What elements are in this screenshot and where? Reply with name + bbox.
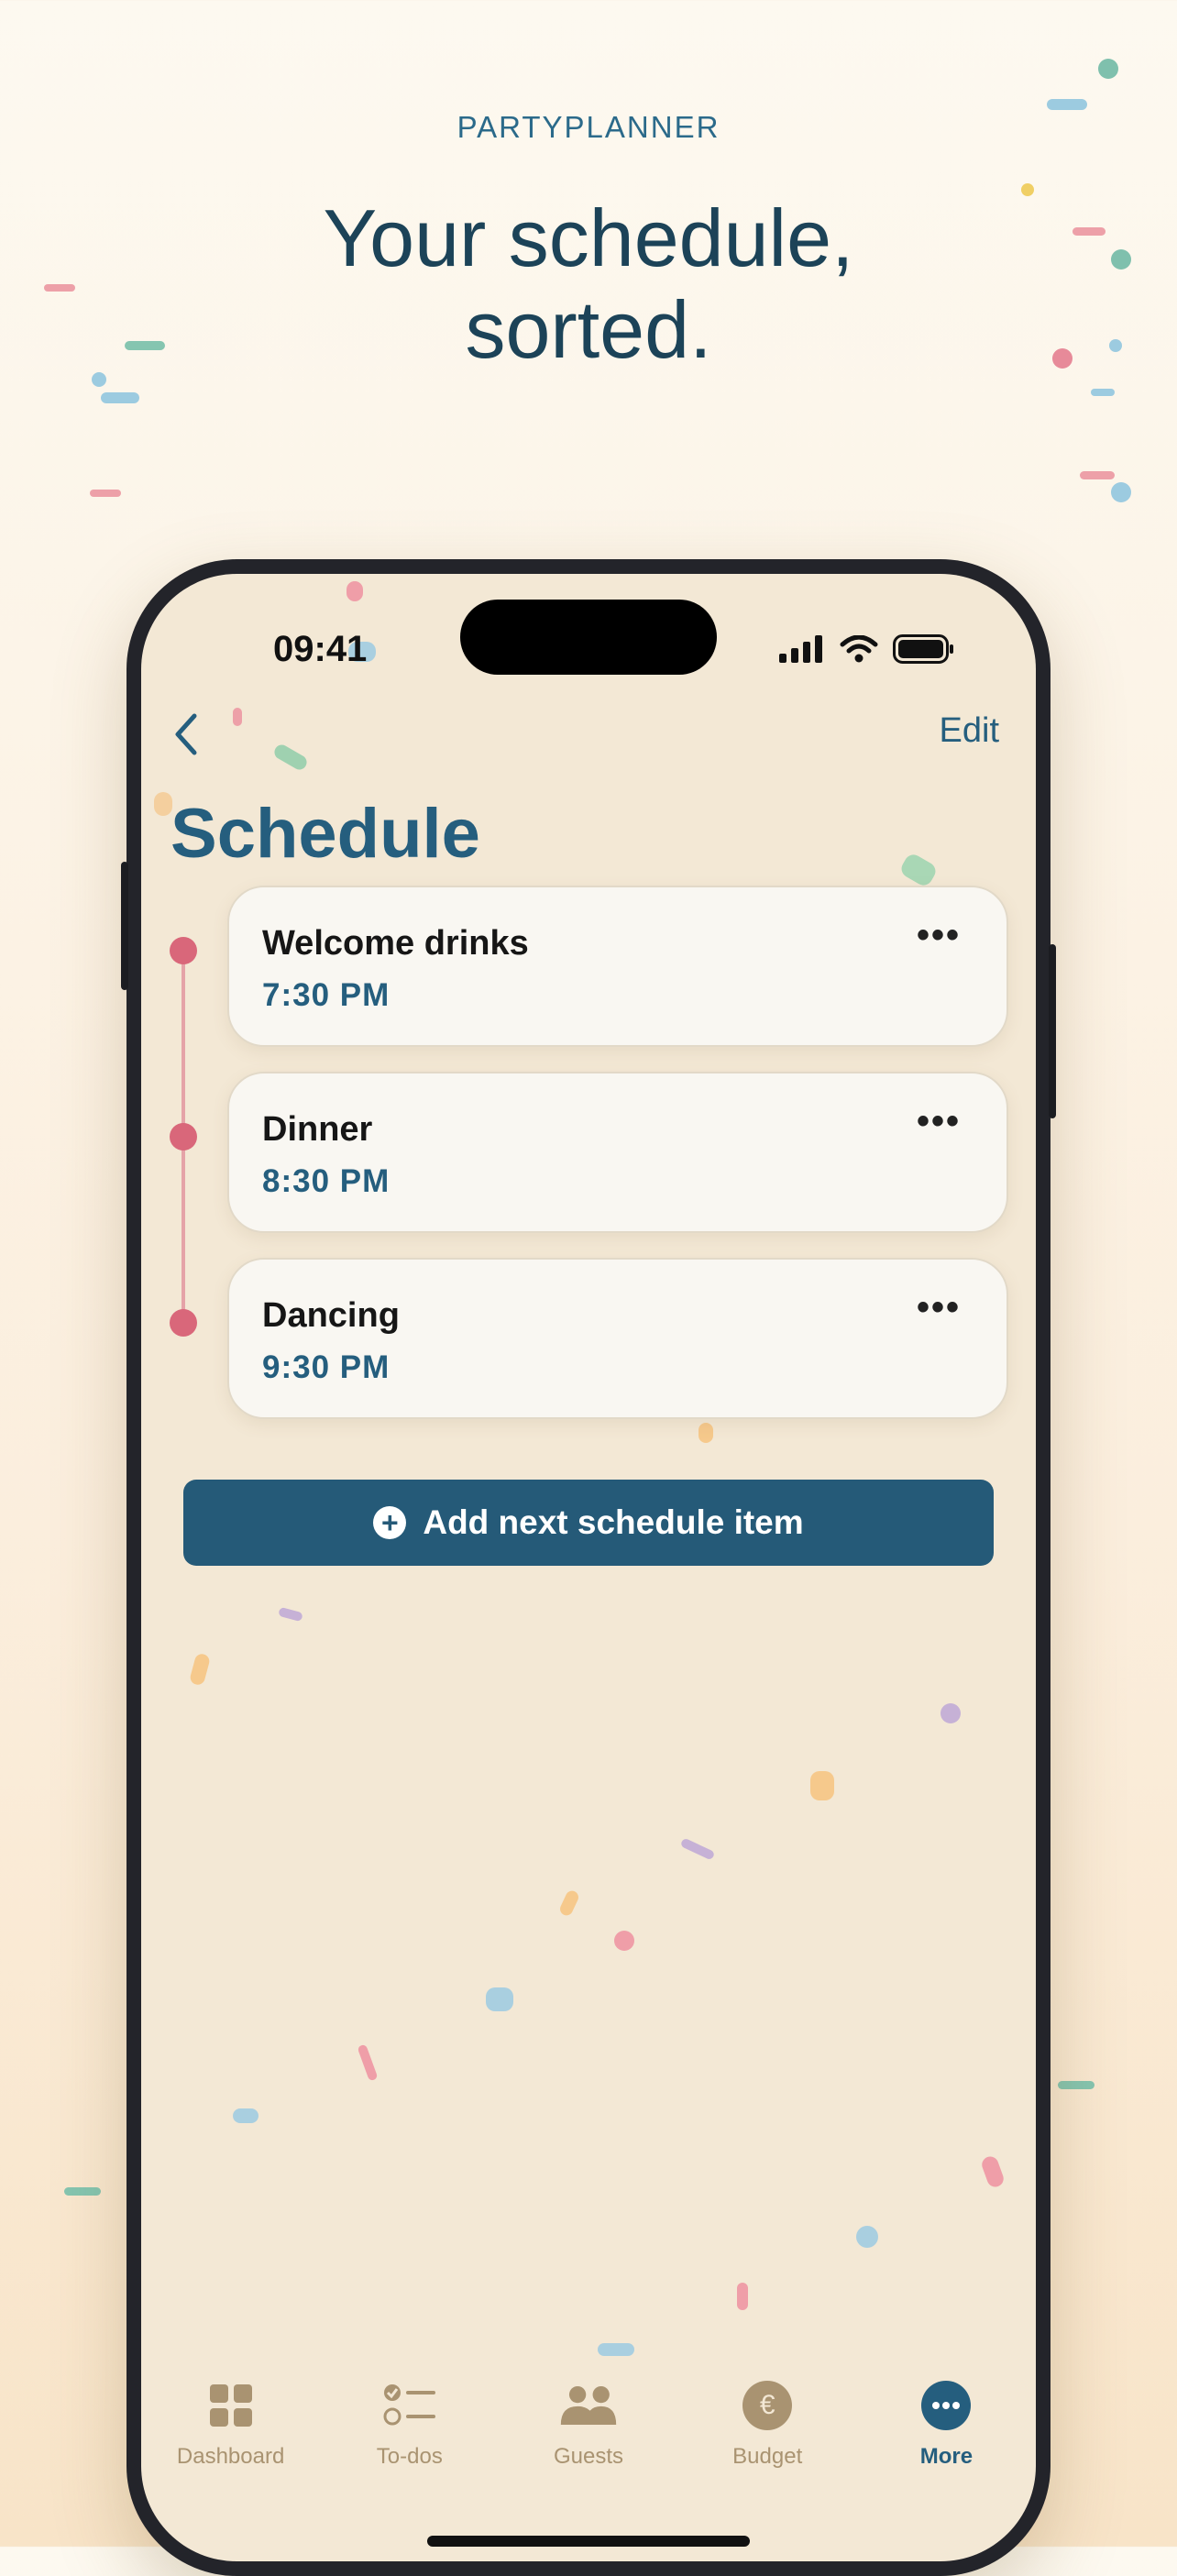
home-indicator bbox=[427, 2536, 750, 2547]
edit-button[interactable]: Edit bbox=[940, 711, 999, 751]
side-button-right bbox=[1049, 944, 1056, 1118]
status-icons bbox=[779, 634, 955, 664]
checklist-icon bbox=[380, 2376, 439, 2435]
timeline-dot bbox=[170, 1123, 197, 1150]
tab-more[interactable]: More bbox=[857, 2376, 1036, 2495]
schedule-item-card[interactable]: Welcome drinks 7:30 PM ••• bbox=[227, 886, 1008, 1047]
schedule-item-name: Welcome drinks bbox=[262, 924, 529, 963]
budget-symbol: € bbox=[742, 2381, 793, 2430]
tab-todos[interactable]: To-dos bbox=[320, 2376, 499, 2495]
page-title: Schedule bbox=[170, 795, 480, 873]
tab-budget[interactable]: € Budget bbox=[678, 2376, 857, 2495]
ellipsis-icon[interactable]: ••• bbox=[917, 915, 961, 956]
plus-circle-icon: + bbox=[373, 1506, 407, 1539]
schedule-item-time: 8:30 PM bbox=[262, 1163, 390, 1199]
ellipsis-icon[interactable]: ••• bbox=[917, 1101, 961, 1142]
schedule-item-time: 9:30 PM bbox=[262, 1349, 390, 1385]
schedule-item-name: Dancing bbox=[262, 1296, 400, 1335]
brand-name: PARTYPLANNER bbox=[456, 110, 720, 144]
side-button-left bbox=[121, 862, 128, 990]
back-button[interactable] bbox=[172, 708, 200, 769]
people-icon bbox=[559, 2376, 618, 2435]
timeline-dot bbox=[170, 1309, 197, 1337]
more-icon bbox=[917, 2376, 975, 2435]
add-button-label: Add next schedule item bbox=[423, 1503, 804, 1541]
schedule-item-time: 7:30 PM bbox=[262, 977, 390, 1013]
headline-line-1: Your schedule, bbox=[323, 193, 854, 283]
add-schedule-item-button[interactable]: + Add next schedule item bbox=[183, 1480, 994, 1566]
status-time: 09:41 bbox=[273, 629, 368, 669]
schedule-item-card[interactable]: Dinner 8:30 PM ••• bbox=[227, 1072, 1008, 1233]
tab-label: To-dos bbox=[376, 2444, 443, 2469]
battery-icon bbox=[893, 634, 953, 664]
timeline-dot bbox=[170, 937, 197, 964]
tab-bar: Dashboard To-dos Guests € Budget More bbox=[141, 2376, 1036, 2495]
headline-line-2: sorted. bbox=[465, 284, 712, 375]
dynamic-island bbox=[460, 600, 717, 675]
euro-icon: € bbox=[738, 2376, 797, 2435]
marketing-headline: Your schedule, sorted. bbox=[0, 193, 1177, 376]
ellipsis-icon[interactable]: ••• bbox=[917, 1287, 961, 1328]
tab-guests[interactable]: Guests bbox=[499, 2376, 677, 2495]
tab-label: More bbox=[919, 2444, 974, 2469]
tab-label: Guests bbox=[553, 2444, 624, 2469]
app-screen: 09:41 Edit Schedule Welcome drinks 7:30 … bbox=[141, 574, 1036, 2561]
grid-icon bbox=[202, 2376, 260, 2435]
tab-label: Budget bbox=[732, 2444, 803, 2469]
tab-label: Dashboard bbox=[176, 2444, 285, 2469]
chevron-left-icon bbox=[175, 713, 197, 755]
wifi-icon bbox=[840, 635, 878, 663]
tab-dashboard[interactable]: Dashboard bbox=[141, 2376, 320, 2495]
phone-frame: 09:41 Edit Schedule Welcome drinks 7:30 … bbox=[121, 559, 1056, 2576]
schedule-item-name: Dinner bbox=[262, 1110, 373, 1149]
cellular-signal-icon bbox=[779, 635, 822, 663]
schedule-item-card[interactable]: Dancing 9:30 PM ••• bbox=[227, 1258, 1008, 1419]
